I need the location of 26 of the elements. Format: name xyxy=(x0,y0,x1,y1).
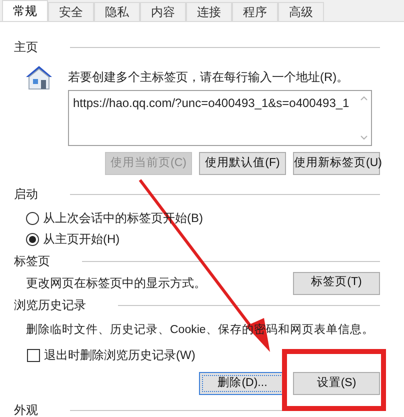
radio-label: 从主页开始(H) xyxy=(43,231,120,248)
section-title: 外观 xyxy=(14,402,38,417)
dialog-button[interactable]: 使用默认值(F) xyxy=(199,152,286,175)
dialog-button[interactable]: 设置(S) xyxy=(293,372,380,395)
tab[interactable]: 连接 xyxy=(186,2,232,21)
tab[interactable]: 安全 xyxy=(48,2,94,21)
url-text: https://hao.qq.com/?unc=o400493_1&s=o400493_1 xyxy=(72,95,350,112)
tab[interactable]: 隐私 xyxy=(94,2,140,21)
section-title: 启动 xyxy=(14,186,38,203)
radio-button[interactable] xyxy=(26,212,39,224)
hint-text: 若要创建多个主标签页，请在每行输入一个地址(R)。 xyxy=(68,69,350,86)
url-textarea[interactable]: https://hao.qq.com/?unc=o400493_1&s=o400493_1 xyxy=(68,90,372,146)
tab[interactable]: 高级 xyxy=(278,2,324,21)
description-text: 更改网页在标签页中的显示方式。 xyxy=(26,275,206,292)
tab[interactable]: 程序 xyxy=(232,2,278,21)
checkbox-label: 退出时删除浏览历史记录(W) xyxy=(44,347,196,364)
section-title: 标签页 xyxy=(14,253,50,270)
tab[interactable]: 常规 xyxy=(2,0,48,21)
dialog-button[interactable]: 使用新标签页(U) xyxy=(293,152,380,175)
section-title: 主页 xyxy=(14,39,38,56)
tab[interactable]: 内容 xyxy=(140,2,186,21)
section-title: 浏览历史记录 xyxy=(14,297,86,314)
radio-button[interactable] xyxy=(26,232,39,246)
dialog-button[interactable]: 标签页(T) xyxy=(293,272,380,294)
house-icon xyxy=(24,64,54,90)
checkbox[interactable] xyxy=(27,348,40,362)
